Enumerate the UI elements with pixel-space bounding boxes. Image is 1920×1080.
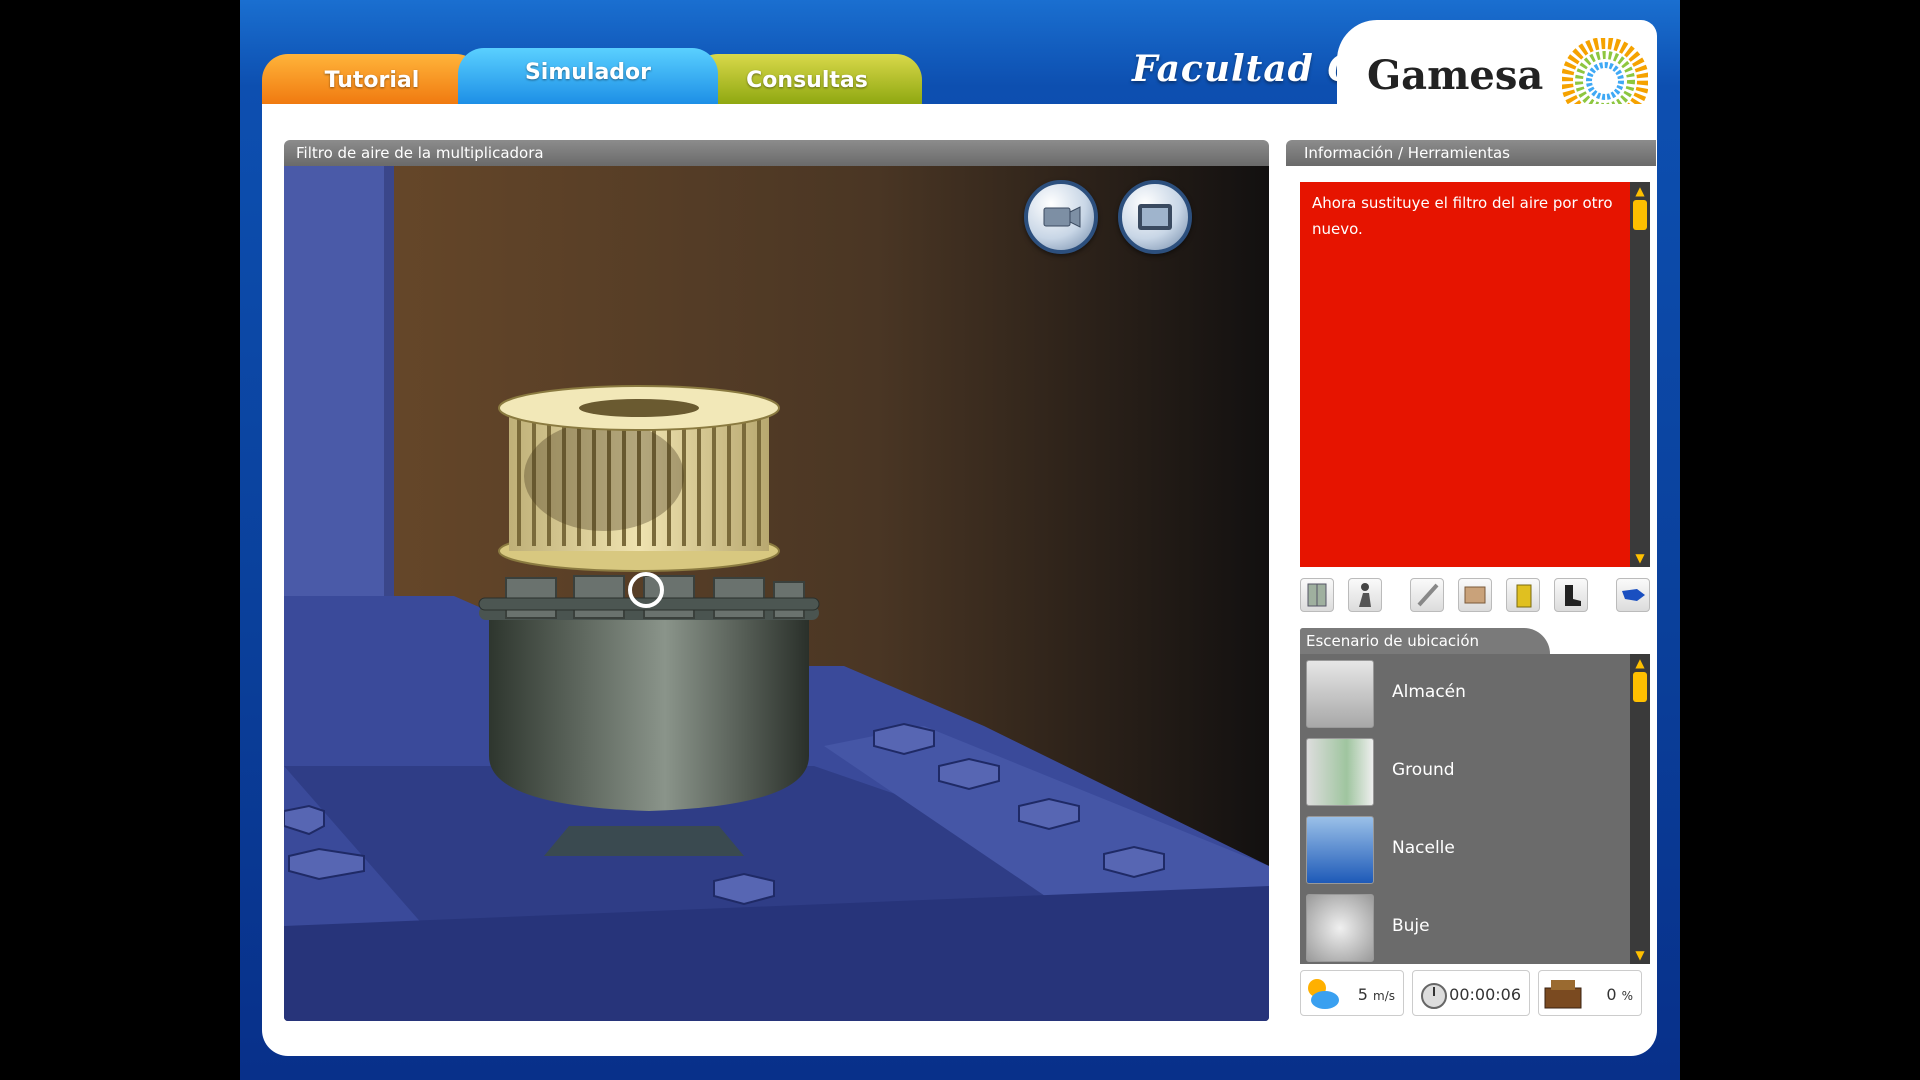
viewport-title: Filtro de aire de la multiplicadora bbox=[284, 140, 1269, 166]
wind-speed: 5 m/s bbox=[1357, 985, 1395, 1004]
location-label: Nacelle bbox=[1392, 838, 1455, 858]
scenario-scrollbar[interactable]: ▲ ▼ bbox=[1630, 654, 1650, 964]
status-bar: 5 m/s 00:00:06 0 % bbox=[1300, 970, 1650, 1018]
scenario-list: Almacén Ground Nacelle Buje bbox=[1300, 654, 1630, 964]
info-panel-title: Información / Herramientas bbox=[1286, 140, 1656, 166]
location-nacelle[interactable]: Nacelle bbox=[1306, 814, 1622, 886]
scroll-down-icon[interactable]: ▼ bbox=[1632, 948, 1648, 962]
tab-simulador[interactable]: Simulador bbox=[458, 48, 718, 104]
boot-icon[interactable] bbox=[1554, 578, 1588, 612]
stopwatch-icon bbox=[1421, 983, 1447, 1009]
location-label: Ground bbox=[1392, 760, 1455, 780]
cabinet-icon[interactable] bbox=[1300, 578, 1334, 612]
manual-icon[interactable] bbox=[1458, 578, 1492, 612]
tab-tutorial[interactable]: Tutorial bbox=[262, 54, 482, 104]
progress-indicator: 0 % bbox=[1538, 970, 1642, 1016]
progress-percent: 0 % bbox=[1606, 985, 1633, 1004]
scroll-thumb[interactable] bbox=[1633, 200, 1647, 230]
battery-icon[interactable] bbox=[1506, 578, 1540, 612]
scroll-down-icon[interactable]: ▼ bbox=[1632, 551, 1648, 565]
info-tools-panel: Información / Herramientas Ahora sustitu… bbox=[1286, 140, 1656, 1020]
blue-tool-icon[interactable] bbox=[1616, 578, 1650, 612]
tab-consultas[interactable]: Consultas bbox=[692, 54, 922, 104]
simulation-scene[interactable] bbox=[284, 166, 1269, 1021]
monitor-icon bbox=[1138, 204, 1172, 230]
scroll-thumb[interactable] bbox=[1633, 672, 1647, 702]
location-label: Buje bbox=[1392, 916, 1430, 936]
cutter-icon[interactable] bbox=[1410, 578, 1444, 612]
company-logo: Gamesa bbox=[1367, 52, 1544, 99]
elapsed-time: 00:00:06 bbox=[1449, 985, 1521, 1004]
simulator-app: Tutorial Consultas Simulador Facultad CC… bbox=[240, 0, 1680, 1080]
toolbox-icon bbox=[1544, 980, 1582, 1009]
header: Tutorial Consultas Simulador Facultad CC… bbox=[262, 14, 1657, 124]
location-buje[interactable]: Buje bbox=[1306, 892, 1622, 964]
scroll-up-icon[interactable]: ▲ bbox=[1632, 184, 1648, 198]
timer: 00:00:06 bbox=[1412, 970, 1530, 1016]
ground-thumbnail bbox=[1306, 738, 1374, 806]
warehouse-thumbnail bbox=[1306, 660, 1374, 728]
nacelle-thumbnail bbox=[1306, 816, 1374, 884]
camera-view-button[interactable] bbox=[1024, 180, 1098, 254]
info-scrollbar[interactable]: ▲ ▼ bbox=[1630, 182, 1650, 567]
viewport-panel: Filtro de aire de la multiplicadora bbox=[284, 140, 1269, 1021]
instruction-message: Ahora sustituye el filtro del aire por o… bbox=[1300, 182, 1630, 567]
location-almacen[interactable]: Almacén bbox=[1306, 658, 1622, 730]
scene-illustration bbox=[284, 166, 1269, 1021]
scenario-title: Escenario de ubicación bbox=[1300, 628, 1550, 654]
screen-view-button[interactable] bbox=[1118, 180, 1192, 254]
wind-speed-indicator: 5 m/s bbox=[1300, 970, 1404, 1016]
tools-toolbar bbox=[1300, 576, 1650, 616]
hub-thumbnail bbox=[1306, 894, 1374, 962]
scroll-up-icon[interactable]: ▲ bbox=[1632, 656, 1648, 670]
weather-icon bbox=[1308, 979, 1339, 1009]
video-camera-icon bbox=[1043, 206, 1081, 228]
worker-icon[interactable] bbox=[1348, 578, 1382, 612]
location-ground[interactable]: Ground bbox=[1306, 736, 1622, 808]
location-label: Almacén bbox=[1392, 682, 1466, 702]
